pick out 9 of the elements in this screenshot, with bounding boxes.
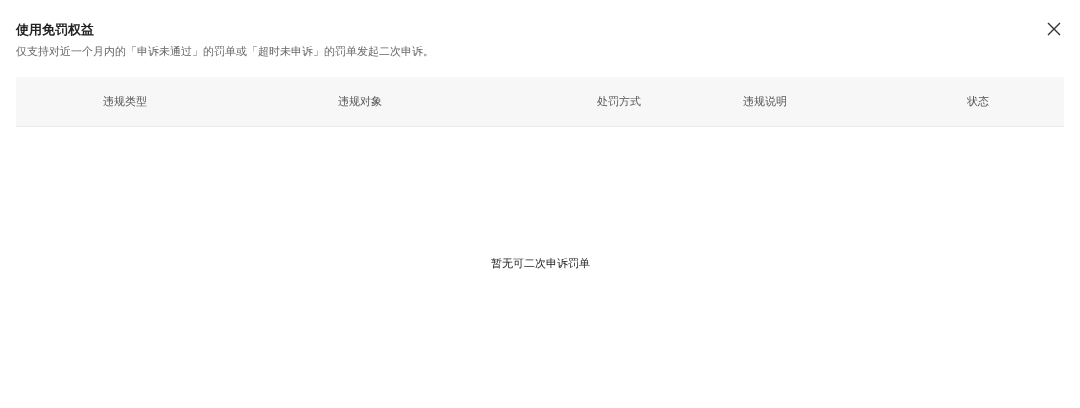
column-header: 违规类型 [103, 94, 147, 109]
close-icon[interactable] [1047, 22, 1061, 36]
empty-message: 暂无可二次申诉罚单 [490, 256, 590, 271]
dialog-title: 使用免罚权益 [16, 21, 95, 39]
dialog-description: 仅支持对近一个月内的「申诉未通过」的罚单或「超时未申诉」的罚单发起二次申诉。 [16, 44, 434, 59]
column-header: 状态 [966, 94, 989, 109]
column-header: 处罚方式 [597, 94, 641, 109]
column-header: 违规对象 [338, 94, 382, 109]
column-header: 违规说明 [743, 94, 787, 109]
